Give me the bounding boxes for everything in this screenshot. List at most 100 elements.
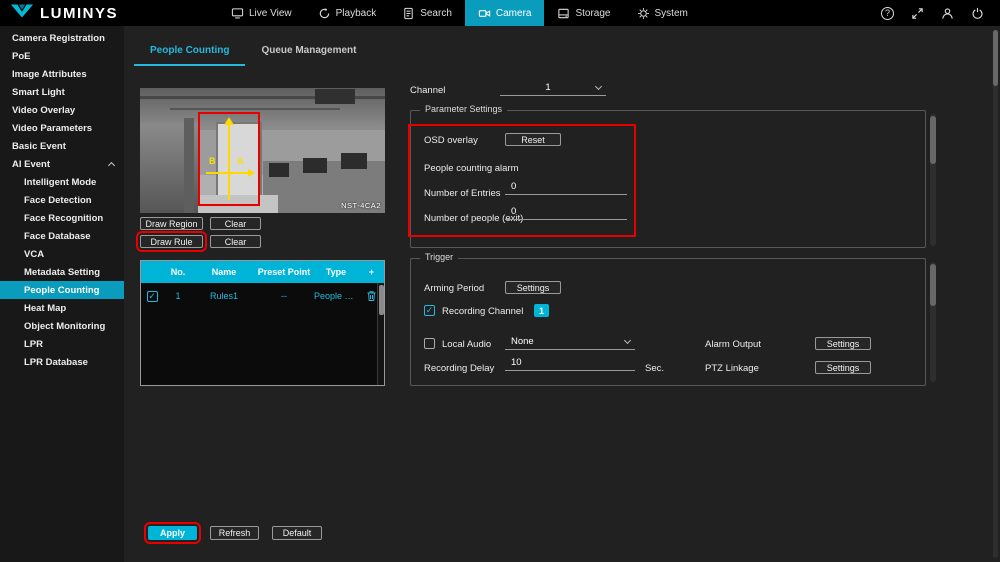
chevron-up-icon bbox=[108, 162, 115, 169]
trigger-scrollbar-thumb[interactable] bbox=[930, 264, 936, 306]
nav-camera[interactable]: Camera bbox=[465, 0, 545, 26]
alarm-output-settings-button[interactable]: Settings bbox=[815, 337, 871, 350]
camera-name-overlay: NST-4CA2 bbox=[341, 201, 381, 210]
preview-floor bbox=[198, 195, 278, 213]
main-nav: Live View Playback Search Camera bbox=[218, 0, 701, 26]
osd-overlay-label: OSD overlay bbox=[424, 134, 478, 146]
playback-icon bbox=[318, 7, 331, 20]
recording-channel-checkbox[interactable] bbox=[424, 305, 435, 316]
local-audio-label: Local Audio bbox=[442, 338, 491, 350]
trash-icon bbox=[368, 292, 376, 301]
rule-line-vertical bbox=[228, 124, 230, 200]
sidebar-item-ai-event[interactable]: AI Event bbox=[0, 155, 124, 173]
sidebar-item-intelligent-mode[interactable]: Intelligent Mode bbox=[0, 173, 124, 191]
draw-region-button[interactable]: Draw Region bbox=[140, 217, 203, 230]
sidebar-item-object-monitoring[interactable]: Object Monitoring bbox=[0, 317, 124, 335]
recording-delay-input[interactable]: 10 bbox=[505, 356, 635, 371]
main-scrollbar[interactable] bbox=[993, 30, 998, 558]
row-checkbox[interactable] bbox=[147, 291, 158, 302]
sidebar-item-metadata-setting[interactable]: Metadata Setting bbox=[0, 263, 124, 281]
sidebar-item-lpr[interactable]: LPR bbox=[0, 335, 124, 353]
user-icon[interactable] bbox=[941, 7, 954, 20]
camera-preview-canvas[interactable]: A B NST-4CA2 bbox=[140, 88, 385, 213]
nav-storage[interactable]: Storage bbox=[544, 0, 623, 26]
table-scrollbar-thumb[interactable] bbox=[379, 285, 384, 315]
sidebar-item-face-database[interactable]: Face Database bbox=[0, 227, 124, 245]
help-icon[interactable] bbox=[881, 7, 894, 20]
sidebar-item-label: Camera Registration bbox=[12, 33, 105, 44]
sidebar-item-label: Intelligent Mode bbox=[24, 177, 96, 188]
power-icon[interactable] bbox=[971, 7, 984, 20]
local-audio-checkbox[interactable] bbox=[424, 338, 435, 349]
table-row[interactable]: 1 Rules1 -- People Cou... bbox=[141, 283, 384, 309]
nav-live-view[interactable]: Live View bbox=[218, 0, 305, 26]
local-audio-dropdown[interactable]: None bbox=[505, 334, 635, 350]
channel-value: 1 bbox=[500, 82, 596, 93]
clear-region-button[interactable]: Clear bbox=[210, 217, 261, 230]
parameter-scrollbar[interactable] bbox=[930, 114, 936, 246]
rule-arrow-up-icon bbox=[224, 117, 234, 125]
sidebar-item-label: Image Attributes bbox=[12, 69, 87, 80]
top-bar: LUMINYS Live View Playback Search bbox=[0, 0, 1000, 26]
number-of-people-exit-input[interactable]: 0 bbox=[505, 205, 627, 220]
sidebar-item-basic-event[interactable]: Basic Event bbox=[0, 137, 124, 155]
sidebar-item-heat-map[interactable]: Heat Map bbox=[0, 299, 124, 317]
nav-playback[interactable]: Playback bbox=[305, 0, 390, 26]
recording-channel-badge[interactable]: 1 bbox=[534, 304, 549, 317]
sidebar-item-label: Video Overlay bbox=[12, 105, 75, 116]
sidebar-item-camera-registration[interactable]: Camera Registration bbox=[0, 29, 124, 47]
arming-period-settings-button[interactable]: Settings bbox=[505, 281, 561, 294]
table-scrollbar[interactable] bbox=[377, 283, 384, 385]
sidebar-item-label: VCA bbox=[24, 249, 44, 260]
sidebar-item-label: People Counting bbox=[24, 285, 99, 296]
tab-people-counting[interactable]: People Counting bbox=[134, 38, 245, 66]
sidebar-item-label: LPR bbox=[24, 339, 43, 350]
sidebar-item-face-recognition[interactable]: Face Recognition bbox=[0, 209, 124, 227]
rule-arrow-right-icon bbox=[248, 169, 255, 177]
trigger-title: Trigger bbox=[420, 252, 458, 262]
clear-rule-button[interactable]: Clear bbox=[210, 235, 261, 248]
people-counting-alarm-label: People counting alarm bbox=[424, 162, 519, 174]
sidebar-item-video-parameters[interactable]: Video Parameters bbox=[0, 119, 124, 137]
header-type: Type bbox=[313, 267, 359, 277]
recording-channel-label: Recording Channel bbox=[442, 305, 523, 317]
number-of-entries-input[interactable]: 0 bbox=[505, 180, 627, 195]
row-type: People Cou... bbox=[314, 291, 358, 301]
apply-button[interactable]: Apply bbox=[148, 526, 197, 540]
gear-icon bbox=[637, 7, 650, 20]
tab-queue-management[interactable]: Queue Management bbox=[245, 38, 372, 66]
sidebar-item-label: Face Database bbox=[24, 231, 91, 242]
sidebar-item-smart-light[interactable]: Smart Light bbox=[0, 83, 124, 101]
nav-search[interactable]: Search bbox=[389, 0, 465, 26]
chevron-down-icon bbox=[624, 336, 631, 343]
rules-table: No. Name Preset Point Type + 1 Rules1 --… bbox=[140, 260, 385, 386]
fullscreen-icon[interactable] bbox=[911, 7, 924, 20]
channel-dropdown[interactable]: 1 bbox=[500, 80, 606, 96]
sidebar-item-label: AI Event bbox=[12, 159, 50, 170]
sidebar-item-image-attributes[interactable]: Image Attributes bbox=[0, 65, 124, 83]
sidebar-item-people-counting[interactable]: People Counting bbox=[0, 281, 124, 299]
row-preset: -- bbox=[255, 291, 313, 301]
reset-button[interactable]: Reset bbox=[505, 133, 561, 146]
parameter-scrollbar-thumb[interactable] bbox=[930, 116, 936, 164]
monitor-icon bbox=[231, 7, 244, 20]
preview-pillar bbox=[184, 118, 194, 213]
sidebar: Camera Registration PoE Image Attributes… bbox=[0, 26, 124, 562]
refresh-button[interactable]: Refresh bbox=[210, 526, 259, 540]
add-rule-button[interactable]: + bbox=[359, 267, 384, 277]
rule-label-b: B bbox=[209, 156, 216, 166]
draw-rule-button[interactable]: Draw Rule bbox=[140, 235, 203, 248]
ptz-linkage-settings-button[interactable]: Settings bbox=[815, 361, 871, 374]
sidebar-item-video-overlay[interactable]: Video Overlay bbox=[0, 101, 124, 119]
trigger-scrollbar[interactable] bbox=[930, 262, 936, 382]
sidebar-item-poe[interactable]: PoE bbox=[0, 47, 124, 65]
sidebar-item-label: Face Recognition bbox=[24, 213, 103, 224]
recording-delay-label: Recording Delay bbox=[424, 362, 494, 374]
sidebar-item-lpr-database[interactable]: LPR Database bbox=[0, 353, 124, 371]
default-button[interactable]: Default bbox=[272, 526, 322, 540]
main-scrollbar-thumb[interactable] bbox=[993, 30, 998, 86]
sidebar-item-face-detection[interactable]: Face Detection bbox=[0, 191, 124, 209]
nav-system[interactable]: System bbox=[624, 0, 701, 26]
row-name: Rules1 bbox=[193, 291, 255, 301]
sidebar-item-vca[interactable]: VCA bbox=[0, 245, 124, 263]
